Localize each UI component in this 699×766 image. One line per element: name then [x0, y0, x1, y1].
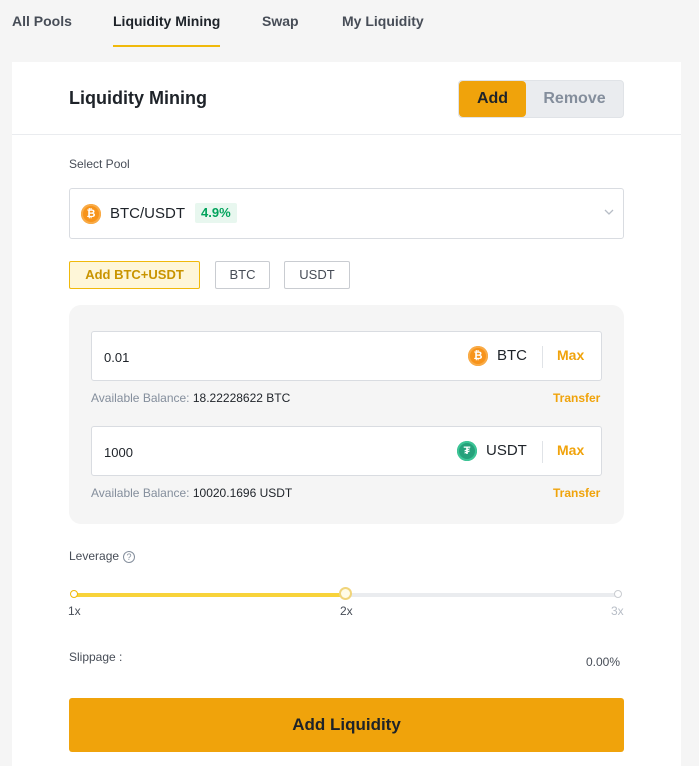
usdt-max-button[interactable]: Max	[557, 442, 584, 458]
divider	[542, 346, 543, 368]
bitcoin-icon: ₿	[81, 204, 101, 224]
usdt-balance: Available Balance: 10020.1696 USDT	[91, 486, 292, 500]
divider	[542, 441, 543, 463]
tether-icon: ₮	[457, 441, 477, 461]
add-remove-toggle: Add Remove	[458, 80, 624, 118]
usdt-symbol: USDT	[486, 442, 527, 459]
bitcoin-icon: ₿	[468, 346, 488, 366]
top-tabs: All Pools Liquidity Mining Swap My Liqui…	[0, 0, 699, 50]
btc-transfer-link[interactable]: Transfer	[553, 391, 600, 405]
chip-add-both[interactable]: Add BTC+USDT	[69, 261, 200, 289]
add-button[interactable]: Add	[459, 81, 526, 117]
btc-max-button[interactable]: Max	[557, 347, 584, 363]
leverage-slider[interactable]	[70, 587, 622, 600]
chip-btc[interactable]: BTC	[215, 261, 270, 289]
tab-my-liquidity[interactable]: My Liquidity	[342, 13, 424, 29]
usdt-amount-input[interactable]	[104, 441, 404, 463]
leverage-label: Leverage?	[69, 549, 136, 563]
tab-swap[interactable]: Swap	[262, 13, 299, 29]
usdt-transfer-link[interactable]: Transfer	[553, 486, 600, 500]
chip-usdt[interactable]: USDT	[284, 261, 350, 289]
balance-label: Available Balance:	[91, 391, 190, 405]
chevron-down-icon	[604, 209, 614, 215]
page-title: Liquidity Mining	[69, 88, 207, 108]
btc-balance: Available Balance: 18.22228622 BTC	[91, 391, 290, 405]
tick-1x: 1x	[68, 604, 81, 618]
leverage-text: Leverage	[69, 549, 120, 563]
add-liquidity-button[interactable]: Add Liquidity	[69, 698, 624, 752]
tick-3x: 3x	[611, 604, 624, 618]
pool-select[interactable]: ₿ BTC/USDT 4.9%	[69, 188, 624, 239]
tab-liquidity-mining[interactable]: Liquidity Mining	[113, 13, 221, 47]
btc-amount-box: ₿ BTC Max	[91, 331, 602, 381]
usdt-amount-box: ₮ USDT Max	[91, 426, 602, 476]
slider-thumb[interactable]	[339, 587, 352, 600]
remove-button[interactable]: Remove	[526, 81, 623, 117]
tab-all-pools[interactable]: All Pools	[12, 13, 72, 29]
select-pool-label: Select Pool	[69, 157, 130, 171]
liquidity-card: Liquidity Mining Add Remove Select Pool …	[12, 62, 681, 766]
slider-stop-3x[interactable]	[614, 590, 622, 598]
card-header: Liquidity Mining Add Remove	[12, 62, 681, 135]
slippage-label: Slippage :	[69, 650, 123, 664]
balance-label: Available Balance:	[91, 486, 190, 500]
slippage-value: 0.00%	[586, 655, 621, 669]
question-circle-icon[interactable]: ?	[123, 550, 136, 563]
balance-value: 10020.1696 USDT	[192, 486, 293, 500]
pool-pair: BTC/USDT	[110, 205, 185, 222]
btc-amount-input[interactable]	[104, 346, 404, 368]
tick-2x: 2x	[340, 604, 353, 618]
apy-badge: 4.9%	[195, 203, 237, 223]
balance-value: 18.22228622 BTC	[192, 391, 291, 405]
slider-fill	[74, 593, 346, 597]
slider-stop-1x[interactable]	[70, 590, 78, 598]
btc-symbol: BTC	[497, 347, 527, 364]
amount-inputs-panel: ₿ BTC Max Available Balance: 18.22228622…	[69, 305, 624, 524]
